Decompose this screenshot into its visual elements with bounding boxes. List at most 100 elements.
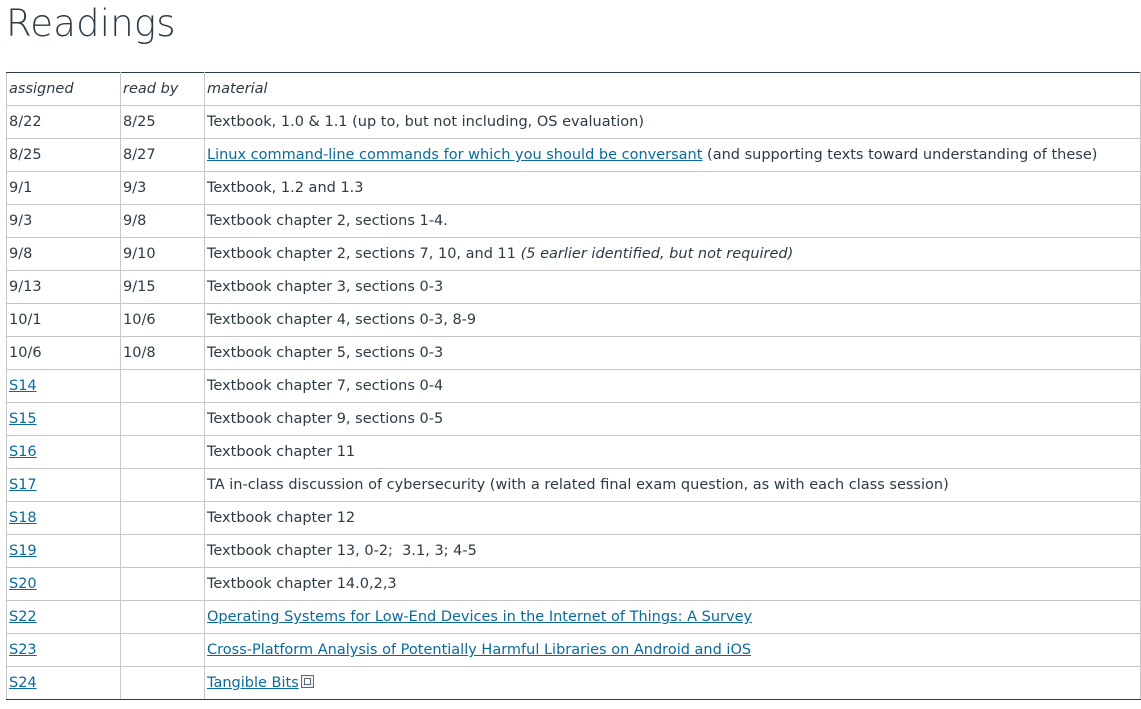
session-link[interactable]: S23: [9, 642, 37, 658]
assigned-cell: 9/1: [6, 171, 121, 205]
material-cell: Textbook chapter 2, sections 7, 10, and …: [204, 237, 1141, 271]
material-link[interactable]: Cross-Platform Analysis of Potentially H…: [207, 642, 751, 658]
assigned-cell: 8/25: [6, 138, 121, 172]
assigned-cell: S14: [6, 369, 121, 403]
table-row: 9/3 9/8 Textbook chapter 2, sections 1-4.: [6, 204, 1141, 238]
session-link[interactable]: S24: [9, 675, 37, 691]
read-by-cell: [120, 600, 205, 634]
material-text: Textbook chapter 9, sections 0-5: [207, 411, 444, 427]
session-link[interactable]: S14: [9, 378, 37, 394]
table-row: 8/25 8/27 Linux command-line commands for …: [6, 138, 1141, 172]
table-row: 9/8 9/10 Textbook chapter 2, sections 7, 1…: [6, 237, 1141, 271]
material-text: Textbook chapter 2, sections 7, 10, and …: [207, 246, 521, 262]
session-link[interactable]: S17: [9, 477, 37, 493]
readings-table: assigned read by material 8/22 8/25 Textbo…: [6, 72, 1141, 700]
read-by-cell: [120, 402, 205, 436]
material-cell: Textbook chapter 9, sections 0-5: [204, 402, 1141, 436]
assigned-cell: 9/8: [6, 237, 121, 271]
material-cell: Textbook chapter 2, sections 1-4.: [204, 204, 1141, 238]
header-read-by: read by: [120, 72, 205, 106]
material-text: Textbook chapter 14.0,2,3: [207, 576, 397, 592]
table-row: S22 Operating Systems for Low-End Devices…: [6, 600, 1141, 634]
table-row: S23 Cross-Platform Analysis of Potentiall…: [6, 633, 1141, 667]
table-row: 8/22 8/25 Textbook, 1.0 & 1.1 (up to, but …: [6, 105, 1141, 139]
session-link[interactable]: S16: [9, 444, 37, 460]
table-row: S14 Textbook chapter 7, sections 0-4: [6, 369, 1141, 403]
material-cell: Cross-Platform Analysis of Potentially H…: [204, 633, 1141, 667]
material-text: (and supporting texts toward understandi…: [702, 147, 1098, 163]
material-link[interactable]: Operating Systems for Low-End Devices in…: [207, 609, 752, 625]
material-cell: Textbook chapter 13, 0-2; 3.1, 3; 4-5: [204, 534, 1141, 568]
table-header-row: assigned read by material: [6, 72, 1141, 106]
read-by-cell: [120, 468, 205, 502]
material-cell: Linux command-line commands for which yo…: [204, 138, 1141, 172]
session-link[interactable]: S18: [9, 510, 37, 526]
assigned-cell: 10/6: [6, 336, 121, 370]
material-cell: Textbook chapter 3, sections 0-3: [204, 270, 1141, 304]
material-text: Textbook chapter 13, 0-2; 3.1, 3; 4-5: [207, 543, 477, 559]
material-cell: Textbook, 1.2 and 1.3: [204, 171, 1141, 205]
material-cell: TA in-class discussion of cybersecurity …: [204, 468, 1141, 502]
assigned-cell: S22: [6, 600, 121, 634]
read-by-cell: 9/15: [120, 270, 205, 304]
material-text: TA in-class discussion of cybersecurity …: [207, 477, 949, 493]
table-row: S19 Textbook chapter 13, 0-2; 3.1, 3; 4-5: [6, 534, 1141, 568]
assigned-cell: S15: [6, 402, 121, 436]
material-text: Textbook chapter 7, sections 0-4: [207, 378, 444, 394]
read-by-cell: 10/6: [120, 303, 205, 337]
read-by-cell: [120, 369, 205, 403]
read-by-cell: 9/8: [120, 204, 205, 238]
table-row: S24 Tangible Bits: [6, 666, 1141, 700]
assigned-cell: 8/22: [6, 105, 121, 139]
material-text: Textbook chapter 2, sections 1-4.: [207, 213, 448, 229]
read-by-cell: [120, 567, 205, 601]
table-row: S17 TA in-class discussion of cybersecuri…: [6, 468, 1141, 502]
read-by-cell: 8/25: [120, 105, 205, 139]
material-text: Textbook chapter 11: [207, 444, 356, 460]
material-cell: Textbook chapter 5, sections 0-3: [204, 336, 1141, 370]
table-row: 9/13 9/15 Textbook chapter 3, sections 0-3: [6, 270, 1141, 304]
table-row: 10/1 10/6 Textbook chapter 4, sections 0-3…: [6, 303, 1141, 337]
assigned-cell: S16: [6, 435, 121, 469]
session-link[interactable]: S15: [9, 411, 37, 427]
material-cell: Tangible Bits: [204, 666, 1141, 700]
assigned-cell: S19: [6, 534, 121, 568]
table-row: S18 Textbook chapter 12: [6, 501, 1141, 535]
table-row: 9/1 9/3 Textbook, 1.2 and 1.3: [6, 171, 1141, 205]
read-by-cell: 9/10: [120, 237, 205, 271]
page-title: Readings: [6, 2, 176, 45]
assigned-cell: S24: [6, 666, 121, 700]
session-link[interactable]: S22: [9, 609, 37, 625]
assigned-cell: S17: [6, 468, 121, 502]
material-cell: Textbook chapter 12: [204, 501, 1141, 535]
external-file-icon[interactable]: [300, 675, 314, 688]
material-text: Textbook, 1.0 & 1.1 (up to, but not incl…: [207, 114, 645, 130]
material-text: Textbook chapter 12: [207, 510, 356, 526]
material-link[interactable]: Linux command-line commands for which yo…: [207, 147, 702, 163]
material-cell: Textbook chapter 14.0,2,3: [204, 567, 1141, 601]
session-link[interactable]: S19: [9, 543, 37, 559]
read-by-cell: 10/8: [120, 336, 205, 370]
material-cell: Textbook chapter 11: [204, 435, 1141, 469]
read-by-cell: [120, 501, 205, 535]
material-link[interactable]: Tangible Bits: [207, 675, 299, 691]
material-text: Textbook chapter 5, sections 0-3: [207, 345, 444, 361]
material-cell: Textbook, 1.0 & 1.1 (up to, but not incl…: [204, 105, 1141, 139]
read-by-cell: [120, 666, 205, 700]
material-text: Textbook chapter 3, sections 0-3: [207, 279, 444, 295]
header-assigned: assigned: [6, 72, 121, 106]
assigned-cell: S20: [6, 567, 121, 601]
header-material: material: [204, 72, 1141, 106]
read-by-cell: [120, 435, 205, 469]
material-text: Textbook, 1.2 and 1.3: [207, 180, 364, 196]
material-cell: Textbook chapter 7, sections 0-4: [204, 369, 1141, 403]
session-link[interactable]: S20: [9, 576, 37, 592]
read-by-cell: [120, 534, 205, 568]
read-by-cell: 8/27: [120, 138, 205, 172]
table-row: S20 Textbook chapter 14.0,2,3: [6, 567, 1141, 601]
read-by-cell: 9/3: [120, 171, 205, 205]
table-row: S16 Textbook chapter 11: [6, 435, 1141, 469]
table-row: 10/6 10/8 Textbook chapter 5, sections 0-3: [6, 336, 1141, 370]
material-cell: Textbook chapter 4, sections 0-3, 8-9: [204, 303, 1141, 337]
material-note: (5 earlier identified, but not required): [520, 246, 794, 262]
